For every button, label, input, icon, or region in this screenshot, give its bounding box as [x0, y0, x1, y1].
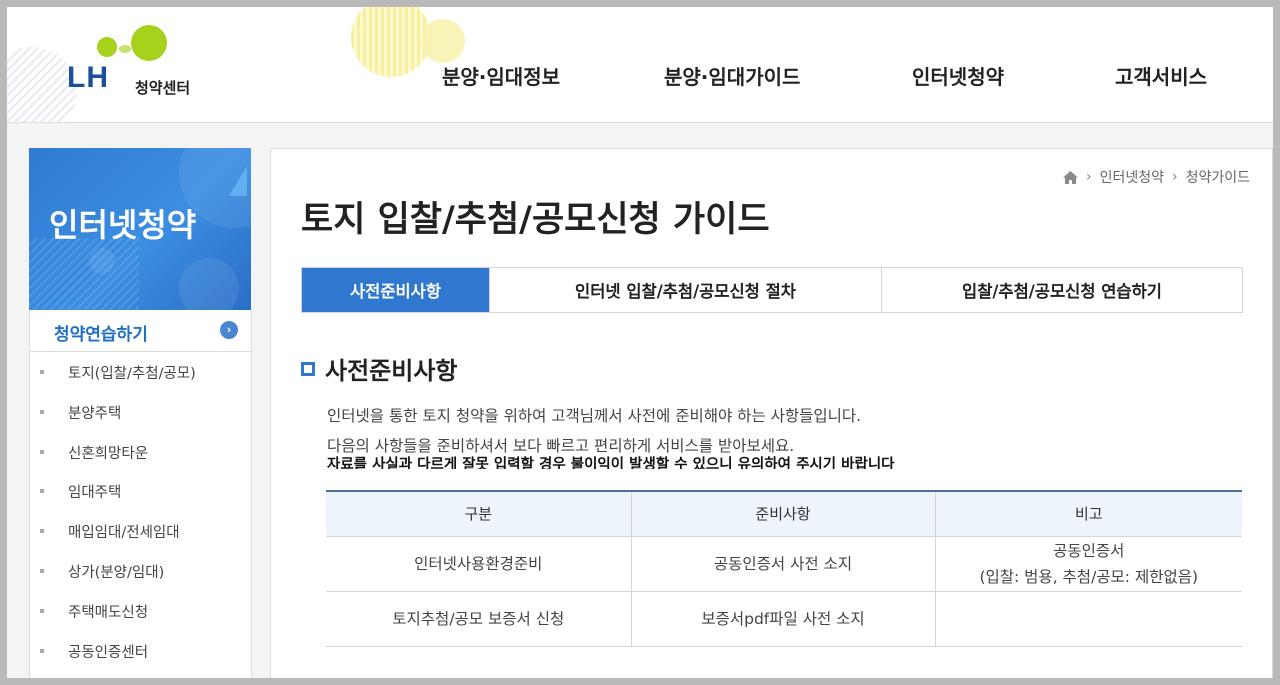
logo-text: LH	[67, 61, 109, 94]
chevron-right-icon: ›	[1171, 169, 1178, 185]
sidebar-item-label: 신혼희망타운	[68, 445, 149, 462]
sidebar-title: 인터넷청약	[49, 206, 197, 244]
table-cell-note	[934, 590, 1242, 647]
chevron-right-icon: ›	[220, 321, 238, 339]
sidebar-item-newlywed-town[interactable]: 신혼희망타운	[30, 432, 251, 472]
table-cell-preparation: 공동인증서 사전 소지	[630, 535, 936, 592]
section-title: 사전준비사항	[325, 357, 458, 385]
table-header-preparation: 준비사항	[630, 491, 936, 537]
bullet-icon	[40, 370, 44, 374]
sidebar-item-label: 토지(입찰/추첨/공모)	[68, 366, 196, 382]
table-row: 인터넷사용환경준비 공동인증서 사전 소지 공동인증서 (입찰: 범용, 추첨/…	[326, 535, 1242, 592]
sidebar-banner: 인터넷청약	[29, 148, 251, 310]
description-line: 인터넷을 통한 토지 청약을 위하여 고객님께서 사전에 준비해야 하는 사항들…	[327, 407, 862, 425]
page-frame: LH 청약센터 분양·임대정보 분양·임대가이드 인터넷청약 고객서비스 인터넷…	[7, 7, 1273, 678]
breadcrumb: › 인터넷청약 › 청약가이드	[1062, 167, 1250, 187]
sidebar-item-label: 매입임대/전세임대	[68, 525, 180, 542]
tab-application-practice[interactable]: 입찰/추첨/공모신청 연습하기	[881, 268, 1242, 312]
table-cell-category: 인터넷사용환경준비	[326, 535, 632, 592]
nav-item-customer-service[interactable]: 고객서비스	[1115, 61, 1207, 90]
table-cell-note: 공동인증서 (입찰: 범용, 추첨/공모: 제한없음)	[934, 535, 1242, 592]
sidebar-section-practice[interactable]: 청약연습하기 ›	[30, 310, 251, 352]
bullet-icon	[40, 409, 44, 414]
bullet-icon	[40, 648, 44, 653]
breadcrumb-item[interactable]: 청약가이드	[1186, 167, 1250, 187]
warning-line: 자료를 사실과 다르게 잘못 입력할 경우 불이익이 발생할 수 있으니 유의하…	[327, 457, 895, 469]
main-content: › 인터넷청약 › 청약가이드 토지 입찰/추첨/공모신청 가이드 사전준비사항…	[270, 148, 1273, 678]
tab-application-procedure[interactable]: 인터넷 입찰/추첨/공모신청 절차	[489, 268, 881, 312]
main-nav: 분양·임대정보 분양·임대가이드 인터넷청약 고객서비스	[407, 61, 1267, 91]
sidebar-item-label: 주택매도신청	[68, 604, 149, 621]
table-header-note: 비고	[934, 491, 1242, 537]
banner-decoration	[229, 166, 247, 196]
table-header-category: 구분	[326, 491, 632, 537]
bullet-icon	[40, 449, 44, 454]
table-row: 토지추첨/공모 보증서 신청 보증서pdf파일 사전 소지	[326, 590, 1242, 647]
sidebar-item-sale-housing[interactable]: 분양주택	[30, 392, 251, 432]
sidebar: 인터넷청약 청약연습하기 › 토지(입찰/추첨/공모) 분양주택 신혼희망타운 …	[29, 148, 252, 678]
note-line: (입찰: 범용, 추첨/공모: 제한없음)	[979, 567, 1199, 586]
nav-item-sale-rental-info[interactable]: 분양·임대정보	[442, 61, 560, 90]
sidebar-item-house-sale-request[interactable]: 주택매도신청	[30, 591, 251, 631]
header-decoration	[421, 19, 465, 63]
banner-decoration	[179, 258, 239, 310]
tab-bar: 사전준비사항 인터넷 입찰/추첨/공모신청 절차 입찰/추첨/공모신청 연습하기	[301, 267, 1243, 313]
bullet-icon	[40, 568, 44, 573]
logo-subtitle: 청약센터	[135, 79, 191, 97]
warning-line-clip: 자료를 사실과 다르게 잘못 입력할 경우 불이익이 발생할 수 있으니 유의하…	[327, 455, 1227, 469]
table-header-row: 구분 준비사항 비고	[326, 491, 1242, 537]
note-line: 공동인증서	[1053, 541, 1125, 560]
lh-logo[interactable]: LH 청약센터	[67, 25, 217, 105]
sidebar-item-purchase-lease[interactable]: 매입임대/전세임대	[30, 511, 251, 551]
nav-item-internet-application[interactable]: 인터넷청약	[912, 61, 1004, 90]
sidebar-item-label: 임대주택	[68, 485, 122, 502]
table-cell-category: 토지추첨/공모 보증서 신청	[326, 590, 632, 647]
sidebar-item-rental-housing[interactable]: 임대주택	[30, 471, 251, 511]
description-line: 다음의 사항들을 준비하셔서 보다 빠르고 편리하게 서비스를 받아보세요.	[327, 437, 795, 455]
preparation-table: 구분 준비사항 비고 인터넷사용환경준비 공동인증서 사전 소지 공동인증서 (…	[326, 490, 1242, 647]
sidebar-item-certificate-center[interactable]: 공동인증센터	[30, 631, 251, 671]
chevron-right-icon: ›	[1085, 169, 1092, 185]
banner-decoration	[29, 238, 139, 310]
square-bullet-icon	[301, 361, 315, 376]
breadcrumb-item[interactable]: 인터넷청약	[1100, 167, 1164, 187]
sidebar-item-land[interactable]: 토지(입찰/추첨/공모)	[30, 352, 251, 392]
sidebar-item-label: 공동인증센터	[68, 644, 149, 661]
sidebar-item-commercial[interactable]: 상가(분양/임대)	[30, 551, 251, 591]
home-icon[interactable]	[1062, 170, 1078, 184]
sidebar-section-label: 청약연습하기	[54, 325, 148, 345]
section-heading: 사전준비사항	[301, 351, 457, 386]
table-cell-preparation: 보증서pdf파일 사전 소지	[630, 590, 936, 647]
tab-preparation[interactable]: 사전준비사항	[302, 268, 489, 312]
page-title: 토지 입찰/추첨/공모신청 가이드	[301, 200, 770, 240]
sidebar-item-label: 상가(분양/임대)	[68, 564, 165, 581]
bullet-icon	[40, 608, 44, 613]
bullet-icon	[40, 529, 44, 534]
nav-item-sale-rental-guide[interactable]: 분양·임대가이드	[664, 61, 800, 90]
sidebar-item-label: 분양주택	[68, 405, 122, 422]
site-header: LH 청약센터 분양·임대정보 분양·임대가이드 인터넷청약 고객서비스	[7, 7, 1273, 123]
sidebar-menu: 청약연습하기 › 토지(입찰/추첨/공모) 분양주택 신혼희망타운 임대주택 매…	[29, 310, 252, 678]
bullet-icon	[40, 489, 44, 494]
